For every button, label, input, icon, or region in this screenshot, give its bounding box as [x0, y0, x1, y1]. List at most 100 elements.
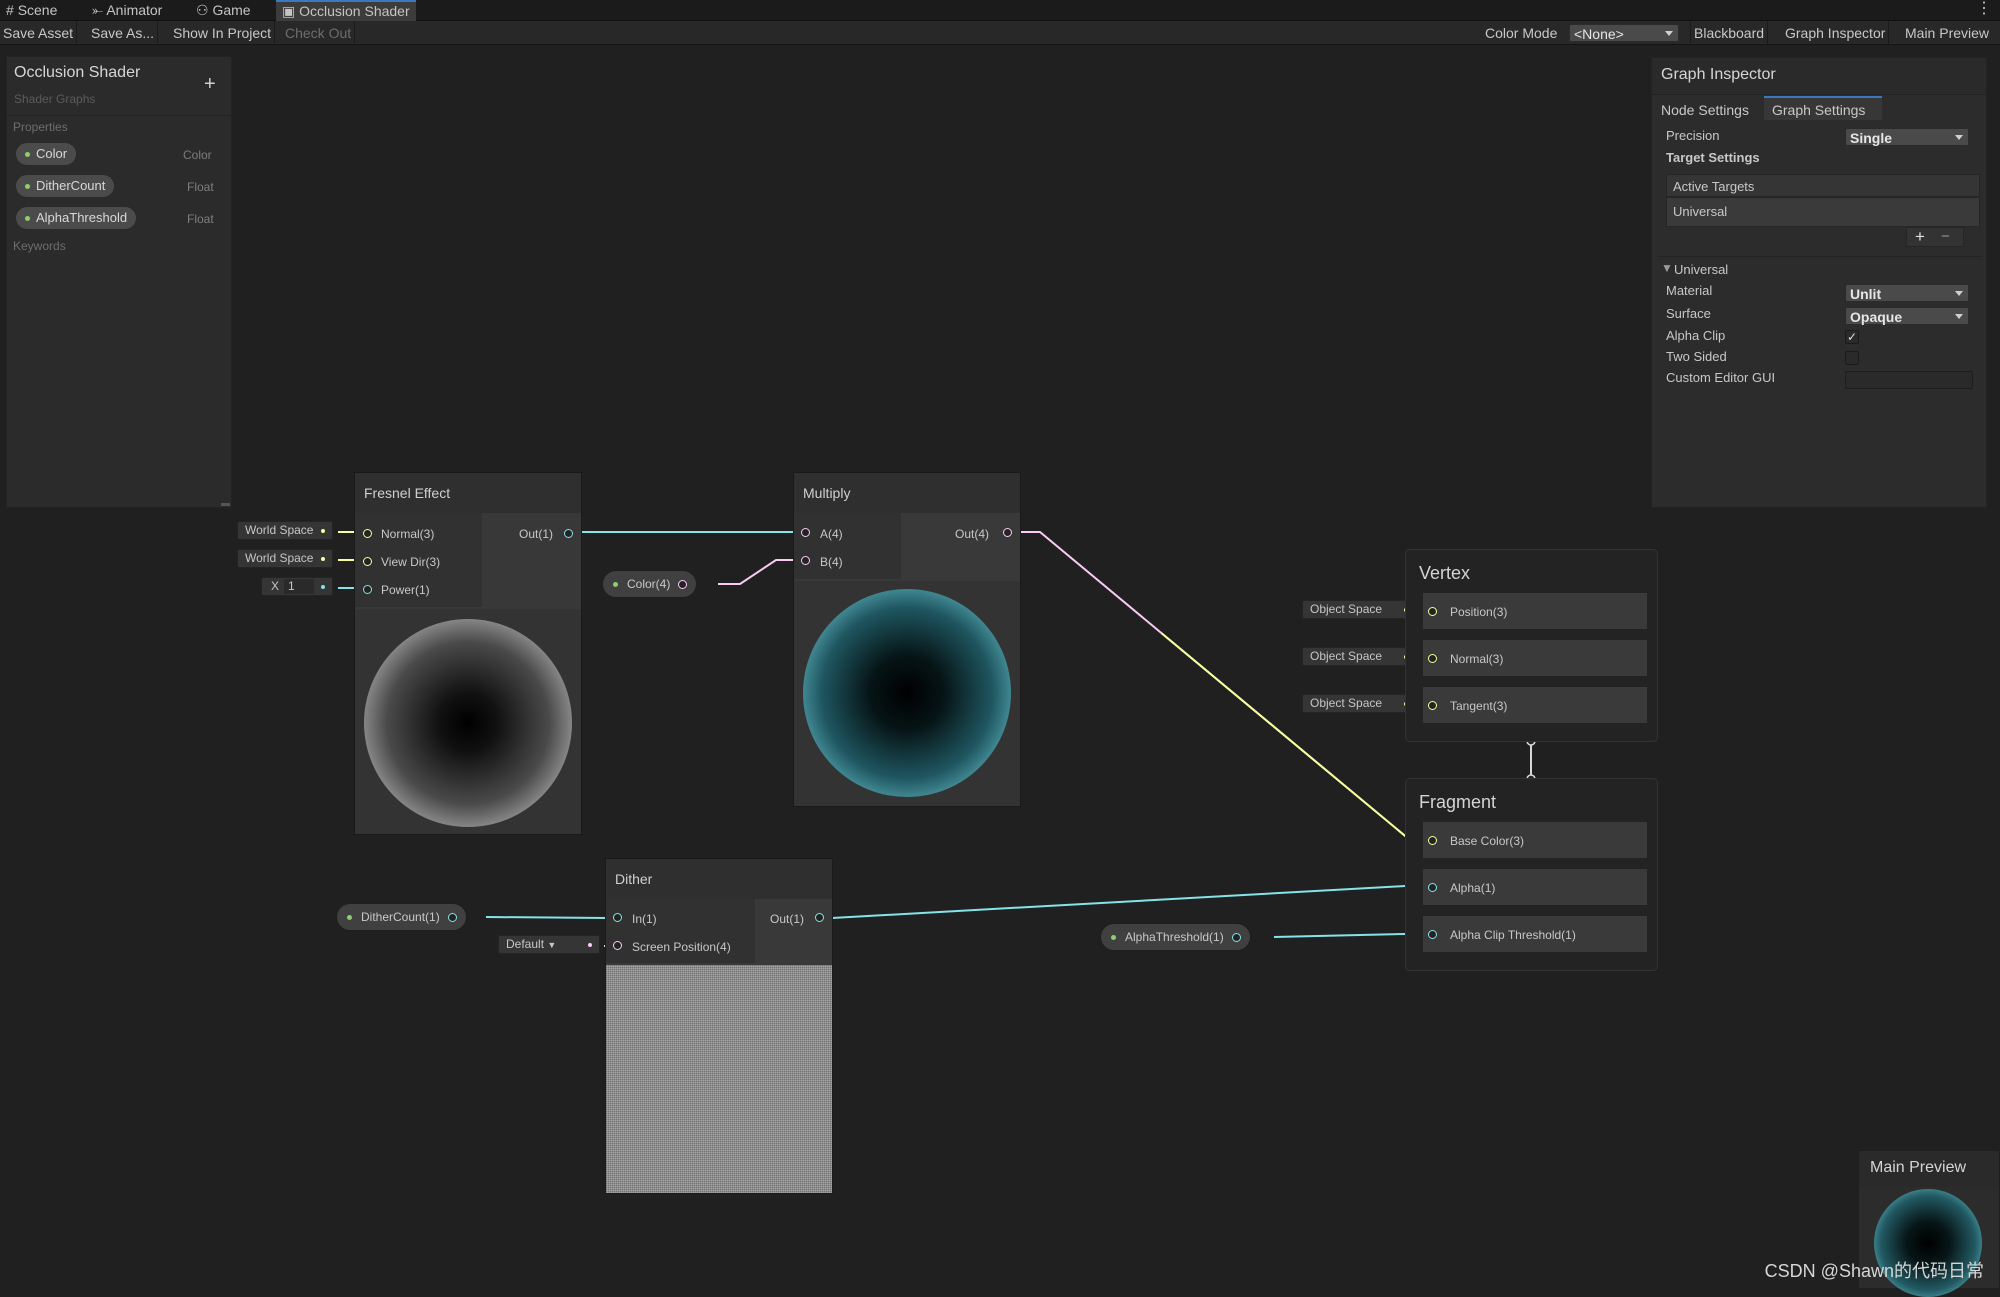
property-color[interactable]: Color	[16, 143, 77, 165]
main-preview-title: Main Preview	[1870, 1159, 1967, 1176]
add-property-button[interactable]: +	[204, 73, 216, 96]
port-dot	[321, 529, 325, 533]
property-dithercount[interactable]: DitherCount	[16, 175, 115, 197]
port-label: Out(1)	[770, 912, 805, 926]
default-value: World Space	[245, 551, 314, 565]
alphathreshold-out-port[interactable]	[1231, 933, 1241, 942]
port-dot	[588, 943, 592, 947]
viewdir-port[interactable]	[363, 557, 372, 566]
in-port[interactable]	[613, 913, 622, 922]
alpha-port[interactable]	[1428, 883, 1437, 892]
node-title: Multiply	[794, 473, 1020, 513]
alpha-clip-threshold-port[interactable]	[1428, 930, 1437, 939]
properties-header: Properties	[13, 120, 68, 134]
power-value[interactable]: 1	[284, 579, 314, 594]
property-dot	[25, 184, 30, 189]
alpha-clip-threshold-block[interactable]: Alpha Clip Threshold(1)	[1423, 916, 1647, 952]
edge-dithercount-to-in[interactable]	[485, 916, 607, 919]
node-preview	[794, 581, 1020, 806]
out-port[interactable]	[815, 913, 824, 922]
screen-position-default-input[interactable]: Default ▼	[498, 935, 600, 954]
alpha-clip-checkbox[interactable]: ✓	[1845, 330, 1859, 344]
divider	[1658, 256, 1982, 257]
position-default-input[interactable]: Object Space	[1302, 600, 1416, 619]
port-label: Normal(3)	[381, 527, 435, 541]
target-settings-header: Target Settings	[1666, 150, 1760, 165]
blackboard-panel: Occlusion Shader Shader Graphs + Propert…	[6, 56, 232, 508]
alpha-clip-label: Alpha Clip	[1666, 328, 1726, 343]
surface-dropdown[interactable]: Opaque	[1845, 307, 1969, 325]
out-port[interactable]	[564, 529, 573, 538]
dither-preview	[606, 965, 832, 1193]
property-dot	[1111, 935, 1116, 940]
position-port[interactable]	[1428, 607, 1437, 616]
edge-multiply-to-basecolor-end[interactable]	[1018, 531, 1430, 841]
port-label: Power(1)	[381, 583, 430, 597]
blackboard-title: Occlusion Shader	[14, 64, 141, 81]
base-color-block[interactable]: Base Color(3)	[1423, 822, 1647, 858]
tangent-default-input[interactable]: Object Space	[1302, 694, 1416, 713]
precision-dropdown[interactable]: Single	[1845, 128, 1969, 146]
tab-label: Graph Settings	[1772, 102, 1866, 118]
fresnel-effect-node[interactable]: Fresnel Effect Normal(3) View Dir(3) Pow…	[354, 472, 582, 835]
node-preview	[355, 609, 581, 834]
universal-header[interactable]: Universal	[1674, 262, 1728, 277]
remove-target-button[interactable]: −	[1941, 228, 1950, 245]
dither-node[interactable]: Dither In(1) Screen Position(4) Out(1)	[605, 858, 833, 1194]
multiply-node[interactable]: Multiply A(4) B(4) Out(4)	[793, 472, 1021, 807]
add-target-button[interactable]: +	[1915, 227, 1925, 247]
property-dot	[347, 915, 352, 920]
power-default-input[interactable]: X 1	[261, 577, 333, 596]
edge-dither-to-alpha[interactable]	[831, 885, 1420, 919]
vertex-title: Vertex	[1419, 563, 1471, 583]
inspector-title: Graph Inspector	[1661, 66, 1776, 83]
tangent-port[interactable]	[1428, 701, 1437, 710]
port-label: View Dir(3)	[381, 555, 441, 569]
color-out-port[interactable]	[678, 580, 688, 589]
dithercount-out-port[interactable]	[447, 913, 457, 922]
default-value: Object Space	[1310, 649, 1383, 663]
a-port[interactable]	[801, 528, 810, 537]
alpha-block[interactable]: Alpha(1)	[1423, 869, 1647, 905]
foldout-arrow-icon[interactable]: ▼	[1661, 261, 1673, 275]
normal-block[interactable]: Normal(3)	[1423, 640, 1647, 676]
normal-default-input[interactable]: World Space	[237, 521, 333, 540]
default-value: Default	[506, 937, 545, 951]
position-block[interactable]: Position(3)	[1423, 593, 1647, 629]
two-sided-checkbox[interactable]	[1845, 351, 1859, 365]
port-dot	[321, 585, 325, 589]
dithercount-property-node[interactable]: DitherCount(1)	[336, 903, 467, 931]
alphathreshold-property-node[interactable]: AlphaThreshold(1)	[1100, 923, 1251, 951]
out-port[interactable]	[1003, 528, 1012, 537]
graph-inspector-panel: Graph Inspector Node Settings Graph Sett…	[1651, 57, 1987, 508]
target-name: Universal	[1673, 204, 1728, 219]
property-type: Color	[183, 148, 212, 162]
fragment-context-block[interactable]: Fragment Base Color(3) Alpha(1) Alpha Cl…	[1405, 778, 1658, 971]
color-property-node[interactable]: Color(4)	[602, 570, 698, 598]
vertex-context-block[interactable]: Vertex Position(3) Normal(3) Tangent(3)	[1405, 549, 1658, 742]
b-port[interactable]	[801, 556, 810, 565]
port-label: In(1)	[632, 912, 657, 926]
divider	[7, 115, 231, 116]
tab-node-settings[interactable]: Node Settings	[1661, 102, 1749, 118]
slot-label: Tangent(3)	[1450, 699, 1508, 713]
target-list-item[interactable]: Universal	[1666, 197, 1980, 227]
material-dropdown[interactable]: Unlit	[1845, 284, 1969, 302]
tab-graph-settings[interactable]: Graph Settings	[1764, 96, 1882, 120]
property-alphathreshold[interactable]: AlphaThreshold	[16, 207, 137, 229]
custom-editor-field[interactable]	[1845, 371, 1973, 389]
resize-handle[interactable]	[221, 503, 230, 506]
normal-vertex-default-input[interactable]: Object Space	[1302, 647, 1416, 666]
edge-threshold-to-alphaclip[interactable]	[1273, 933, 1420, 938]
edge-color-to-multiply-b[interactable]	[718, 559, 800, 585]
power-port[interactable]	[363, 585, 372, 594]
viewdir-default-input[interactable]: World Space	[237, 549, 333, 568]
property-name: DitherCount	[36, 178, 106, 193]
base-color-port[interactable]	[1428, 836, 1437, 845]
surface-value: Opaque	[1850, 309, 1903, 325]
screen-position-port[interactable]	[613, 941, 622, 950]
normal-port[interactable]	[1428, 654, 1437, 663]
normal-port[interactable]	[363, 529, 372, 538]
tangent-block[interactable]: Tangent(3)	[1423, 687, 1647, 723]
material-value: Unlit	[1850, 286, 1882, 302]
